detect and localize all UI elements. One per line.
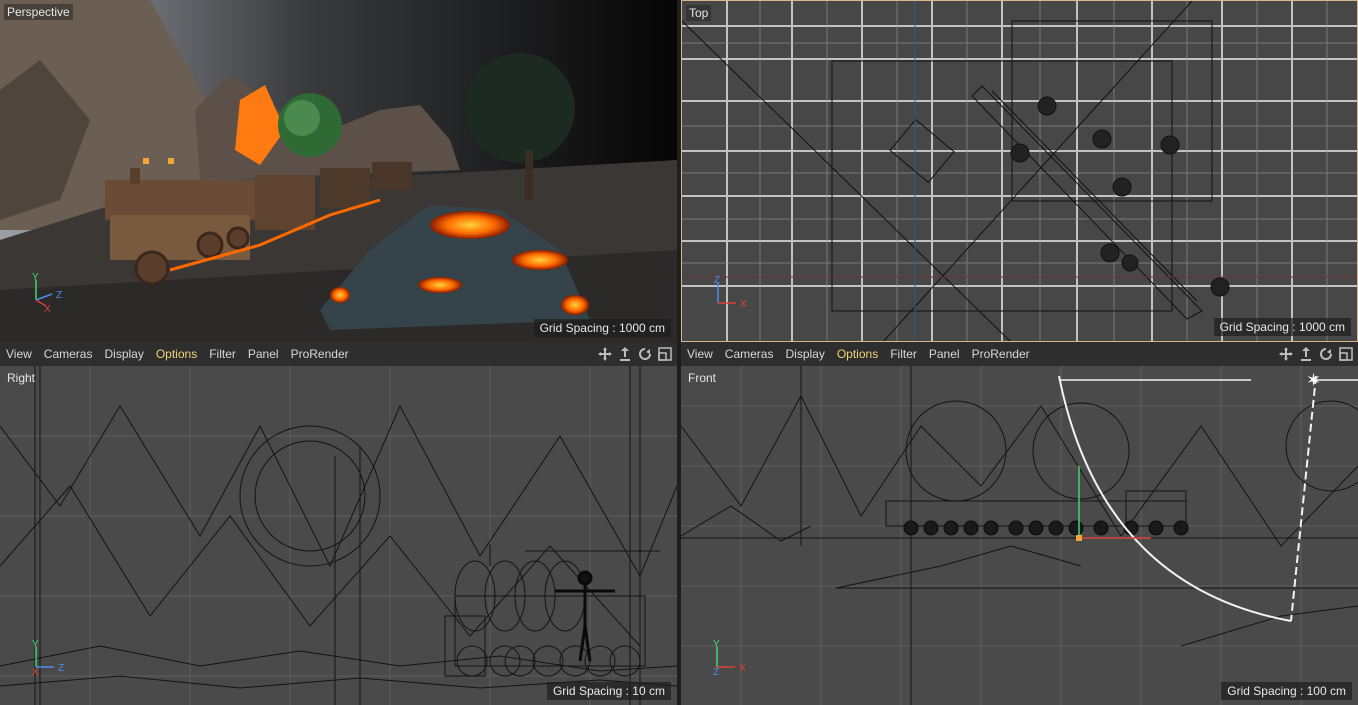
menu-display[interactable]: Display (779, 347, 830, 361)
menu-cameras[interactable]: Cameras (719, 347, 780, 361)
perspective-scene (0, 0, 677, 342)
menu-options[interactable]: Options (831, 347, 884, 361)
grid-spacing: Grid Spacing : 100 cm (1221, 682, 1352, 700)
axis-z-label: Z (56, 290, 62, 301)
viewport-perspective[interactable]: Perspective Y Z X Grid Spacing : 1000 cm (0, 0, 677, 342)
menu-filter[interactable]: Filter (203, 347, 242, 361)
viewport-front[interactable]: ✶ Front Y X Z Grid Spacing : 100 cm (681, 366, 1358, 705)
maximize-icon[interactable] (1338, 346, 1354, 362)
menu-prorender[interactable]: ProRender (285, 347, 355, 361)
axis-z-label: Z (58, 663, 64, 674)
menu-view[interactable]: View (0, 347, 38, 361)
grid-spacing: Grid Spacing : 1000 cm (533, 319, 671, 337)
menu-view[interactable]: View (681, 347, 719, 361)
menu-prorender[interactable]: ProRender (966, 347, 1036, 361)
axis-y-label: Y (713, 639, 720, 650)
menu-panel[interactable]: Panel (242, 347, 285, 361)
rotate-icon[interactable] (1318, 346, 1334, 362)
menu-options[interactable]: Options (150, 347, 203, 361)
menubar-front-viewport: View Cameras Display Options Filter Pane… (681, 342, 1358, 366)
menu-filter[interactable]: Filter (884, 347, 923, 361)
axis-gizmo: Y Z X (32, 639, 64, 677)
dolly-icon[interactable] (1298, 346, 1314, 362)
dolly-icon[interactable] (617, 346, 633, 362)
rotate-icon[interactable] (637, 346, 653, 362)
maximize-icon[interactable] (657, 346, 673, 362)
nav-icons (597, 346, 673, 362)
axis-y-label: Y (32, 639, 39, 650)
axis-x-label: X (739, 663, 746, 674)
axis-z-label: Z (714, 275, 720, 286)
axis-gizmo: Y Z X (32, 272, 62, 312)
axis-z-label: Z (713, 667, 719, 677)
axis-x-label: X (44, 304, 51, 312)
axis-x-label: X (740, 299, 747, 310)
front-scene: ✶ (681, 366, 1358, 705)
viewport-label[interactable]: Top (686, 5, 712, 21)
viewport-top[interactable]: Top Z X Grid Spacing : 1000 cm (681, 0, 1358, 342)
viewport-label[interactable]: Front (685, 370, 719, 386)
viewport-label[interactable]: Right (4, 370, 38, 386)
axis-gizmo: Z X (714, 275, 747, 310)
menu-panel[interactable]: Panel (923, 347, 966, 361)
axis-x-label: X (32, 667, 39, 677)
menu-cameras[interactable]: Cameras (38, 347, 99, 361)
light-star-icon[interactable]: ✶ (1306, 370, 1321, 390)
nav-icons (1278, 346, 1354, 362)
move-icon[interactable] (1278, 346, 1294, 362)
menu-display[interactable]: Display (98, 347, 149, 361)
axis-gizmo: Y X Z (713, 639, 746, 677)
viewport-right[interactable]: Right Y Z X Grid Spacing : 10 cm (0, 366, 677, 705)
top-scene (682, 1, 1357, 341)
menubar-right-viewport: View Cameras Display Options Filter Pane… (0, 342, 677, 366)
viewport-label[interactable]: Perspective (4, 4, 73, 20)
move-icon[interactable] (597, 346, 613, 362)
right-scene (0, 366, 677, 705)
grid-spacing: Grid Spacing : 1000 cm (1213, 318, 1351, 336)
axis-y-label: Y (32, 272, 39, 283)
grid-spacing: Grid Spacing : 10 cm (546, 682, 671, 700)
